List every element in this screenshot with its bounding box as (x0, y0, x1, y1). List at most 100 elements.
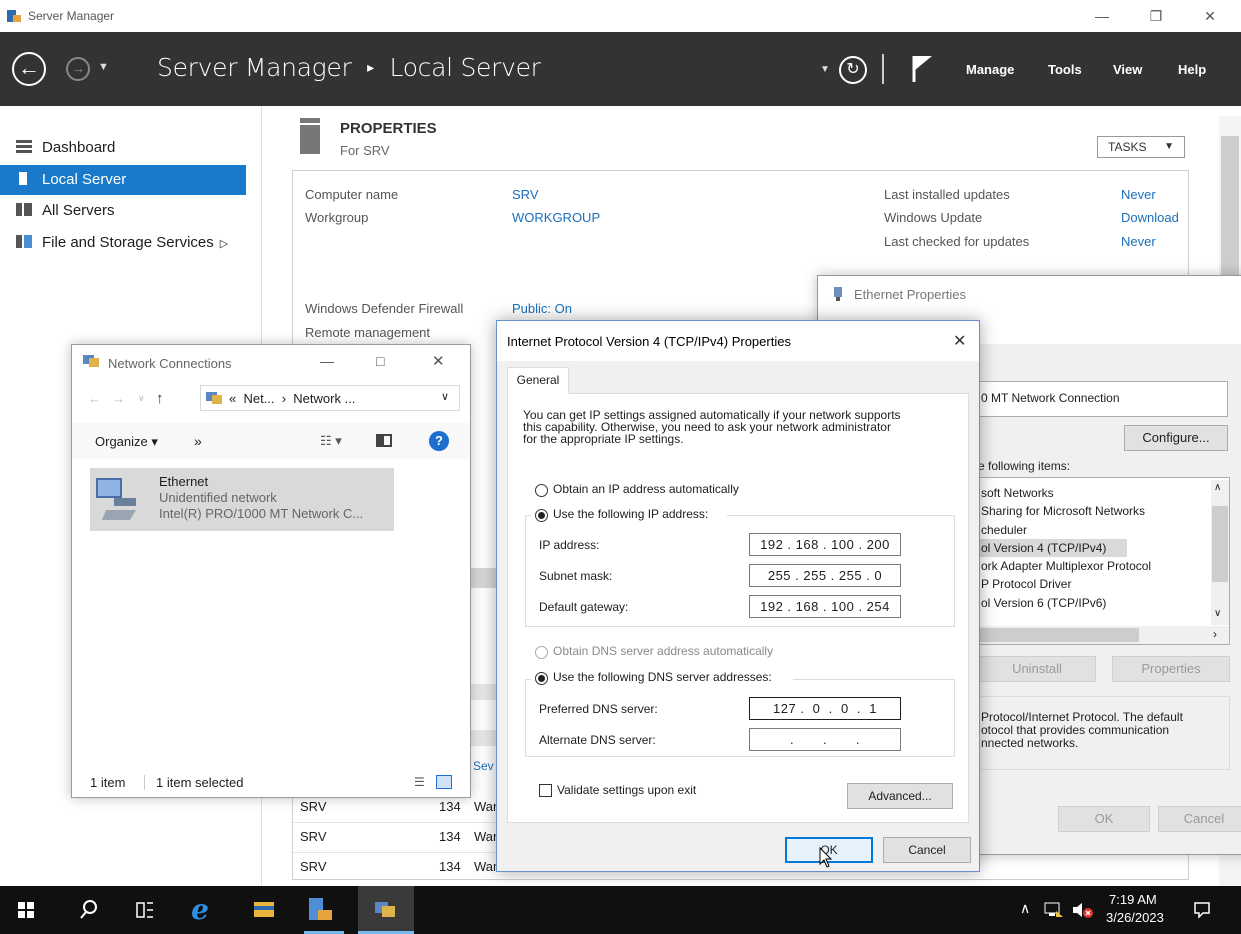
back-arrow-icon[interactable]: ← (88, 391, 101, 406)
connection-adapter: Intel(R) PRO/1000 MT Network C... (159, 506, 364, 521)
menu-help[interactable]: Help (1178, 62, 1206, 77)
notifications-flag-icon[interactable] (912, 54, 934, 84)
table-row[interactable]: SRV 134 War (293, 853, 497, 883)
internet-explorer-icon[interactable]: e (186, 896, 214, 924)
menu-manage[interactable]: Manage (966, 62, 1014, 77)
item-properties-button[interactable]: Properties (1112, 656, 1230, 682)
firewall-link[interactable]: Public: On (512, 301, 572, 316)
history-dropdown-icon[interactable]: ▼ (98, 61, 109, 73)
last-installed-link[interactable]: Never (1121, 187, 1156, 202)
tasks-label: TASKS (1108, 140, 1147, 154)
manual-dns-label[interactable]: Use the following DNS server addresses: (553, 670, 772, 684)
address-bar[interactable]: « Net... › Network ... ∨ (200, 385, 460, 411)
validate-checkbox[interactable] (539, 784, 552, 797)
more-commands-button[interactable]: » (194, 433, 202, 449)
configure-button[interactable]: Configure... (1124, 425, 1228, 451)
gateway-input[interactable]: 192 . 168 . 100 . 254 (749, 595, 901, 618)
list-item[interactable]: ol Version 6 (TCP/IPv6) (981, 594, 1151, 612)
volume-muted-icon[interactable] (1072, 902, 1094, 918)
refresh-dropdown-icon[interactable]: ▼ (820, 64, 830, 75)
sidebar-item-local-server[interactable]: Local Server (0, 165, 246, 195)
forward-button[interactable]: → (66, 57, 90, 81)
close-button[interactable]: ✕ (1190, 4, 1230, 28)
refresh-icon[interactable]: ↻ (839, 56, 867, 84)
file-explorer-icon[interactable] (253, 899, 275, 919)
minimize-button[interactable]: — (1082, 4, 1122, 28)
list-hscrollbar[interactable]: › (959, 626, 1229, 644)
show-hidden-icons-chevron-icon[interactable]: ∧ (1020, 900, 1030, 917)
view-options-icon[interactable]: ☷ ▾ (320, 433, 342, 449)
ethernet-ok-button[interactable]: OK (1058, 806, 1150, 832)
details-view-icon[interactable]: ☰ (414, 775, 425, 789)
cancel-button[interactable]: Cancel (883, 837, 971, 863)
preferred-dns-input[interactable]: 127 . 0 . 0 . 1 (749, 697, 901, 720)
list-item[interactable]: soft Networks (981, 484, 1151, 502)
maximize-button[interactable]: □ (376, 353, 384, 369)
sidebar-item-file-storage[interactable]: File and Storage Services ▷ (16, 228, 262, 258)
organize-menu[interactable]: Organize ▾ (95, 434, 158, 450)
address-dropdown-icon[interactable]: ∨ (441, 390, 449, 403)
preview-pane-icon[interactable] (376, 434, 392, 447)
manual-ip-label[interactable]: Use the following IP address: (553, 507, 708, 521)
auto-dns-radio[interactable] (535, 646, 548, 659)
last-checked-link[interactable]: Never (1121, 234, 1156, 249)
close-button[interactable]: ✕ (432, 352, 445, 370)
subnet-mask-input[interactable]: 255 . 255 . 255 . 0 (749, 564, 901, 587)
close-button[interactable]: ✕ (953, 331, 966, 351)
menu-view[interactable]: View (1113, 62, 1142, 77)
auto-ip-label[interactable]: Obtain an IP address automatically (553, 482, 739, 496)
forward-arrow-icon[interactable]: → (112, 391, 125, 406)
components-list[interactable]: soft Networks Sharing for Microsoft Netw… (958, 477, 1230, 645)
sidebar-item-all-servers[interactable]: All Servers (16, 196, 262, 226)
task-view-icon[interactable] (136, 901, 154, 919)
auto-dns-label[interactable]: Obtain DNS server address automatically (553, 644, 773, 658)
list-item[interactable]: cheduler (981, 521, 1151, 539)
menu-tools[interactable]: Tools (1048, 62, 1082, 77)
prop-label: Windows Defender Firewall (305, 301, 464, 316)
large-icons-view-icon[interactable] (436, 775, 452, 789)
ethernet-cancel-button[interactable]: Cancel (1158, 806, 1241, 832)
alternate-dns-input[interactable]: . . . (749, 728, 901, 751)
list-item[interactable]: ork Adapter Multiplexor Protocol (981, 557, 1151, 575)
events-column-header[interactable]: Sev (473, 759, 494, 773)
search-icon[interactable] (80, 900, 98, 920)
status-selected: 1 item selected (156, 775, 244, 790)
list-item[interactable]: ol Version 4 (TCP/IPv4) (977, 538, 1127, 558)
table-row[interactable]: SRV 134 War (293, 823, 497, 853)
tasks-dropdown[interactable]: TASKS ▼ (1097, 136, 1185, 158)
sidebar-item-dashboard[interactable]: Dashboard (16, 133, 262, 163)
uninstall-button[interactable]: Uninstall (978, 656, 1096, 682)
chevron-down-icon: ▼ (1164, 141, 1174, 152)
recent-dropdown-icon[interactable]: ∨ (138, 393, 145, 404)
ip-address-input[interactable]: 192 . 168 . 100 . 200 (749, 533, 901, 556)
action-center-icon[interactable] (1193, 901, 1211, 919)
tab-general[interactable]: General (507, 367, 569, 394)
list-vscrollbar[interactable]: ∧ ∨ (1211, 480, 1229, 625)
list-item[interactable]: Ethernet Unidentified network Intel(R) P… (90, 468, 394, 531)
back-button[interactable]: ← (12, 52, 46, 86)
start-windows-icon[interactable] (18, 902, 34, 918)
event-severity: War (474, 799, 498, 814)
workgroup-link[interactable]: WORKGROUP (512, 210, 600, 225)
server-manager-taskbar-icon[interactable] (306, 896, 334, 924)
network-status-icon[interactable] (1044, 902, 1064, 918)
computer-name-link[interactable]: SRV (512, 187, 539, 202)
advanced-button[interactable]: Advanced... (847, 783, 953, 809)
auto-ip-radio[interactable] (535, 484, 548, 497)
windows-update-link[interactable]: Download (1121, 210, 1179, 225)
manual-ip-radio[interactable] (535, 509, 548, 522)
help-icon[interactable]: ? (429, 431, 449, 451)
network-connections-taskbar-button[interactable] (358, 886, 414, 934)
list-item[interactable]: P Protocol Driver (981, 575, 1151, 593)
up-arrow-icon[interactable]: ↑ (156, 390, 164, 407)
list-item[interactable]: Sharing for Microsoft Networks (981, 502, 1151, 520)
clock-date[interactable]: 3/26/2023 (1106, 910, 1164, 925)
restore-button[interactable]: ❐ (1136, 4, 1176, 28)
clock-time[interactable]: 7:19 AM (1109, 892, 1157, 907)
breadcrumb-root[interactable]: Server Manager (157, 53, 352, 82)
events-table: SRV 134 War SRV 134 War SRV 134 War (293, 793, 497, 883)
validate-label[interactable]: Validate settings upon exit (557, 783, 696, 797)
minimize-button[interactable]: — (320, 353, 334, 369)
storage-icon (16, 235, 32, 248)
manual-dns-radio[interactable] (535, 672, 548, 685)
